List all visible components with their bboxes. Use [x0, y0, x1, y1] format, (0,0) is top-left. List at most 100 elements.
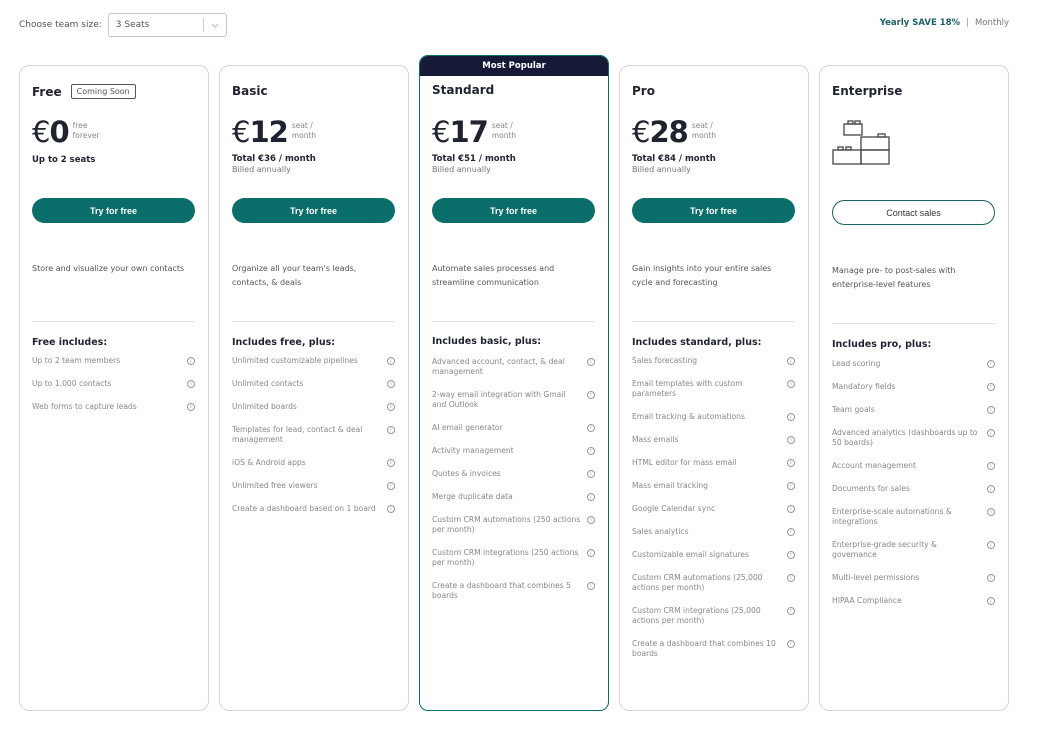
info-icon[interactable]: i	[787, 505, 795, 513]
info-icon[interactable]: i	[987, 597, 995, 605]
feature-item: Customizable email signatures i	[632, 550, 795, 560]
seats-note: Up to 2 seats	[32, 155, 96, 165]
feature-text: AI email generator	[432, 423, 503, 432]
info-icon[interactable]: i	[587, 358, 595, 366]
feature-item: Mass email tracking i	[632, 481, 795, 491]
info-icon[interactable]: i	[587, 516, 595, 524]
info-icon[interactable]: i	[187, 357, 195, 365]
info-icon[interactable]: i	[187, 380, 195, 388]
feature-text: Email templates with custom parameters	[632, 379, 743, 398]
info-icon[interactable]: i	[187, 403, 195, 411]
info-icon[interactable]: i	[587, 424, 595, 432]
includes-title: Includes pro, plus:	[832, 339, 932, 350]
info-icon[interactable]: i	[787, 640, 795, 648]
feature-item: Advanced analytics (dashboards up to 50 …	[832, 428, 995, 448]
info-icon[interactable]: i	[387, 357, 395, 365]
info-icon[interactable]: i	[787, 380, 795, 388]
try-for-free-button[interactable]: Try for free	[632, 198, 795, 223]
info-icon[interactable]: i	[987, 406, 995, 414]
info-icon[interactable]: i	[987, 574, 995, 582]
info-icon[interactable]: i	[987, 360, 995, 368]
try-for-free-button[interactable]: Try for free	[32, 198, 195, 223]
info-icon[interactable]: i	[787, 459, 795, 467]
feature-item: Enterprise-scale automations & integrati…	[832, 507, 995, 527]
try-for-free-button[interactable]: Try for free	[232, 198, 395, 223]
currency-symbol: €	[432, 115, 450, 149]
currency-symbol: €	[632, 115, 650, 149]
billing-yearly-option[interactable]: Yearly SAVE 18%	[880, 18, 960, 28]
feature-text: Up to 2 team members	[32, 356, 121, 365]
plan-card-enterprise: Enterprise Contact sales Manage pre- to …	[819, 65, 1009, 711]
feature-item: Unlimited customizable pipelines i	[232, 356, 395, 366]
billing-monthly-option[interactable]: Monthly	[975, 18, 1009, 28]
includes-title: Free includes:	[32, 337, 108, 348]
info-icon[interactable]: i	[387, 380, 395, 388]
feature-item: Create a dashboard that combines 5 board…	[432, 581, 595, 601]
info-icon[interactable]: i	[587, 470, 595, 478]
price-amount: 0	[49, 115, 69, 149]
plan-name: Enterprise	[832, 84, 903, 98]
feature-item: Email tracking & automations i	[632, 412, 795, 422]
info-icon[interactable]: i	[587, 447, 595, 455]
info-icon[interactable]: i	[787, 551, 795, 559]
feature-item: Documents for sales i	[832, 484, 995, 494]
plan-description: Store and visualize your own contacts	[32, 264, 185, 273]
price: €0 free forever	[32, 116, 113, 148]
info-icon[interactable]: i	[787, 482, 795, 490]
info-icon[interactable]: i	[587, 549, 595, 557]
billing-period-toggle: Yearly SAVE 18% | Monthly	[880, 18, 1009, 28]
total-price: Total €36 / month	[232, 154, 316, 164]
feature-text: Google Calendar sync	[632, 504, 716, 513]
most-popular-banner: Most Popular	[420, 56, 608, 76]
feature-text: Create a dashboard that combines 10 boar…	[632, 639, 776, 658]
info-icon[interactable]: i	[787, 574, 795, 582]
info-icon[interactable]: i	[987, 383, 995, 391]
info-icon[interactable]: i	[587, 493, 595, 501]
feature-text: Custom CRM integrations (25,000 actions …	[632, 606, 761, 625]
feature-text: Custom CRM automations (25,000 actions p…	[632, 573, 763, 592]
contact-sales-button[interactable]: Contact sales	[832, 200, 995, 225]
feature-item: Team goals i	[832, 405, 995, 415]
info-icon[interactable]: i	[387, 482, 395, 490]
info-icon[interactable]: i	[987, 508, 995, 516]
info-icon[interactable]: i	[787, 436, 795, 444]
feature-text: Unlimited boards	[232, 402, 297, 411]
billing-note: Billed annually	[432, 165, 491, 174]
seat-count-select[interactable]: 3 Seats	[107, 13, 227, 37]
feature-item: Up to 1,000 contacts i	[32, 379, 195, 389]
feature-item: Sales forecasting i	[632, 356, 795, 366]
info-icon[interactable]: i	[987, 429, 995, 437]
chevron-down-icon[interactable]	[204, 23, 226, 28]
plan-description: Gain insights into your entire sales cyc…	[632, 264, 772, 287]
feature-text: Activity management	[432, 446, 514, 455]
total-price: Total €84 / month	[632, 154, 716, 164]
info-icon[interactable]: i	[587, 391, 595, 399]
info-icon[interactable]: i	[987, 462, 995, 470]
price-amount: 17	[449, 115, 488, 149]
feature-item: Lead scoring i	[832, 359, 995, 369]
info-icon[interactable]: i	[787, 413, 795, 421]
billing-note: Billed annually	[632, 165, 691, 174]
feature-item: Unlimited free viewers i	[232, 481, 395, 491]
feature-text: HTML editor for mass email	[632, 458, 737, 467]
feature-item: Create a dashboard that combines 10 boar…	[632, 639, 795, 659]
feature-item: Multi-level permissions i	[832, 573, 995, 583]
feature-item: Merge duplicate data i	[432, 492, 595, 502]
price-unit: seat / month	[291, 121, 317, 140]
info-icon[interactable]: i	[387, 505, 395, 513]
feature-text: Advanced account, contact, & deal manage…	[432, 357, 565, 376]
info-icon[interactable]: i	[387, 403, 395, 411]
info-icon[interactable]: i	[387, 426, 395, 434]
divider	[832, 323, 995, 324]
info-icon[interactable]: i	[787, 357, 795, 365]
info-icon[interactable]: i	[987, 485, 995, 493]
info-icon[interactable]: i	[387, 459, 395, 467]
try-for-free-button[interactable]: Try for free	[432, 198, 595, 223]
feature-text: Mandatory fields	[832, 382, 896, 391]
info-icon[interactable]: i	[587, 582, 595, 590]
plan-card-basic: Basic €12 seat / month Total €36 / month…	[219, 65, 409, 711]
info-icon[interactable]: i	[787, 528, 795, 536]
info-icon[interactable]: i	[987, 541, 995, 549]
info-icon[interactable]: i	[787, 607, 795, 615]
feature-item: AI email generator i	[432, 423, 595, 433]
